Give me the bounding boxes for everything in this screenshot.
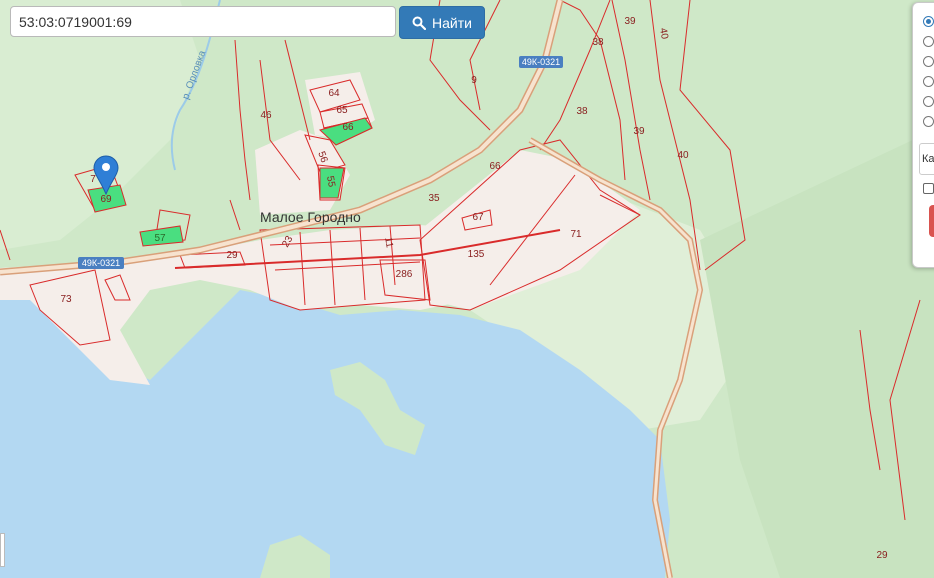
parcel-number: 67 bbox=[472, 212, 484, 223]
parcel-number: 64 bbox=[328, 88, 340, 99]
parcel-number: 9 bbox=[471, 75, 477, 86]
parcel-number: 71 bbox=[570, 229, 582, 240]
layer-radio[interactable] bbox=[923, 96, 934, 107]
road-badge: 49К-0321 bbox=[519, 56, 563, 68]
search-input[interactable] bbox=[10, 6, 396, 37]
road-badge-text: 49К-0321 bbox=[82, 258, 120, 268]
map-edge-control[interactable] bbox=[0, 533, 5, 567]
layer-checkbox[interactable] bbox=[923, 183, 934, 194]
clear-button[interactable] bbox=[929, 205, 934, 237]
layer-radio[interactable] bbox=[923, 36, 934, 47]
parcel-number: 39 bbox=[624, 16, 636, 27]
layer-radio[interactable] bbox=[923, 16, 934, 27]
layer-radio[interactable] bbox=[923, 116, 934, 127]
search-button-label: Найти bbox=[432, 14, 472, 31]
parcel-number: 135 bbox=[468, 249, 485, 260]
parcel-number: 7 bbox=[90, 174, 96, 185]
parcel-number: 65 bbox=[336, 105, 348, 116]
parcel-number: 57 bbox=[154, 233, 166, 244]
layer-panel: Кадастровые участки bbox=[912, 2, 934, 268]
search-icon bbox=[412, 16, 426, 30]
road-badge-text: 49К-0321 bbox=[522, 57, 560, 67]
parcel-number: 40 bbox=[677, 150, 689, 161]
parcel-number: 38 bbox=[576, 106, 588, 117]
parcel-number: 35 bbox=[428, 193, 440, 204]
map-canvas[interactable]: 49К-0321 49К-0321 Малое Городно р. Орлов… bbox=[0, 0, 934, 578]
layer-radio[interactable] bbox=[923, 76, 934, 87]
parcel-number: 46 bbox=[260, 110, 272, 121]
parcel-number: 39 bbox=[633, 126, 645, 137]
parcel-number: 29 bbox=[876, 550, 888, 561]
parcel-number: 29 bbox=[226, 250, 238, 261]
parcel-number: 38 bbox=[592, 37, 604, 48]
parcel-number: 69 bbox=[100, 194, 112, 205]
parcel-number: 73 bbox=[60, 294, 72, 305]
search-button[interactable]: Найти bbox=[399, 6, 485, 39]
parcel-number: 66 bbox=[342, 122, 354, 133]
parcel-number: 66 bbox=[489, 161, 501, 172]
layer-radio[interactable] bbox=[923, 56, 934, 67]
layer-select[interactable]: Кадастровые участки bbox=[919, 143, 934, 175]
village-label: Малое Городно bbox=[260, 209, 361, 225]
parcel-number: 286 bbox=[396, 269, 413, 280]
search-bar: Найти bbox=[10, 6, 485, 39]
road-badge: 49К-0321 bbox=[78, 257, 124, 269]
